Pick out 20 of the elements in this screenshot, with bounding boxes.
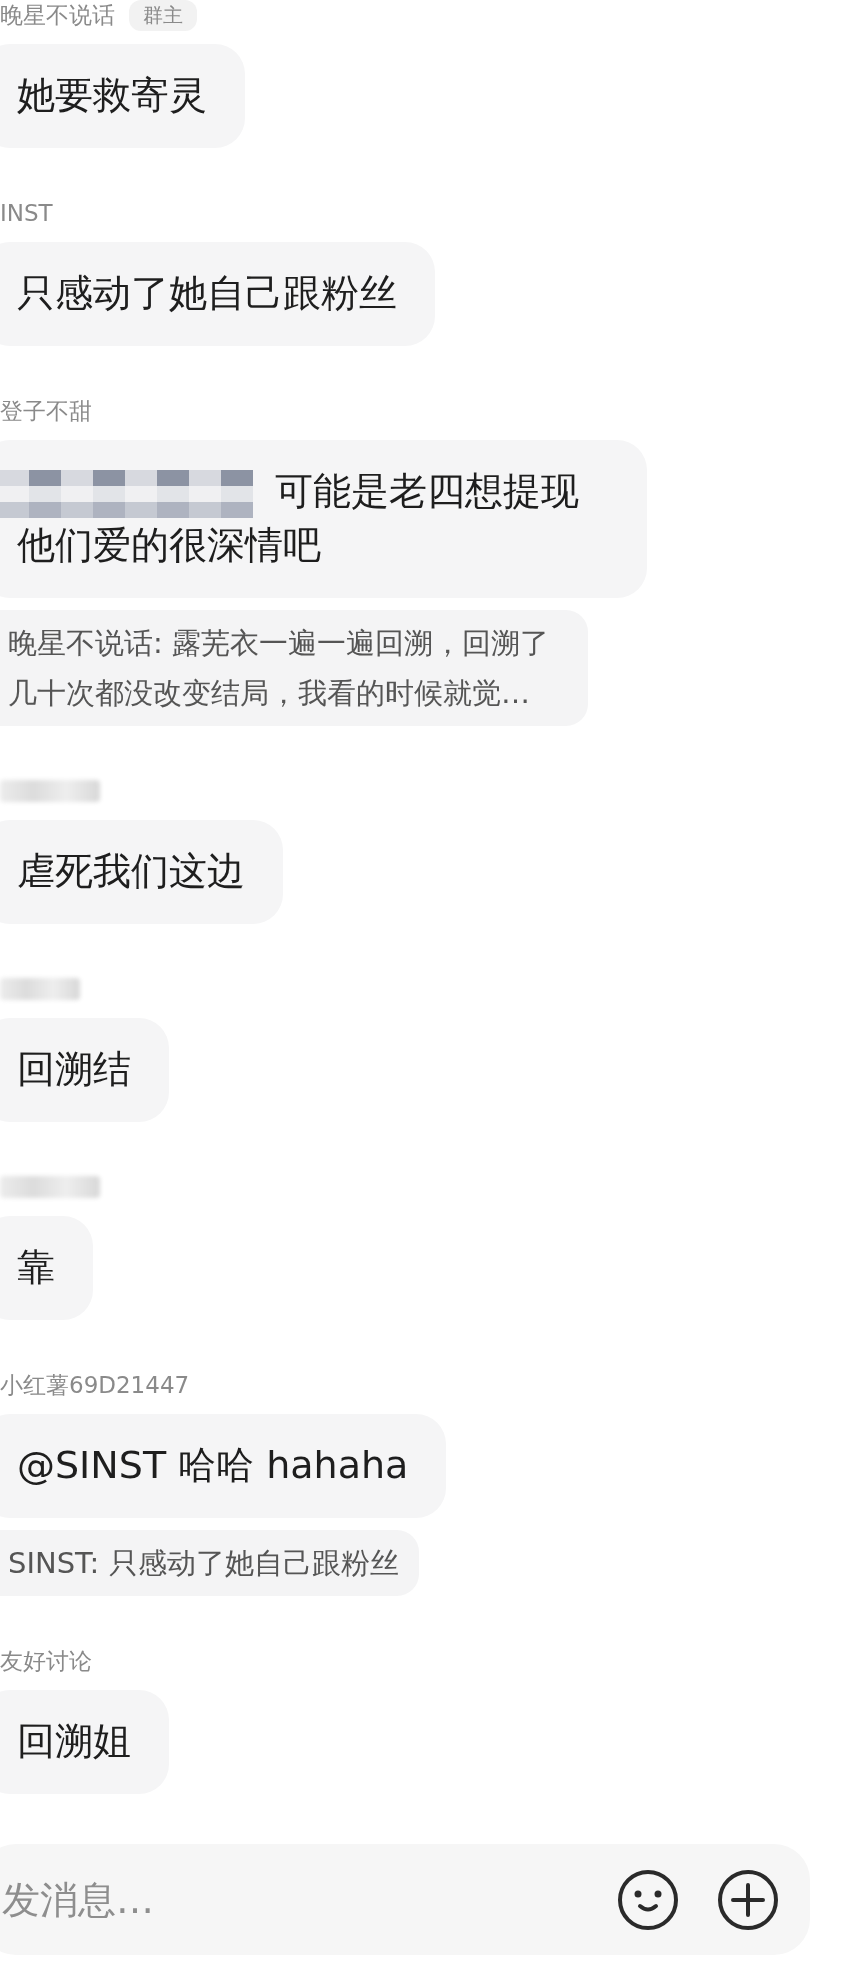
message-bubble: 回溯姐 bbox=[0, 1690, 169, 1794]
sender-name: 晚星不说话 bbox=[0, 0, 115, 30]
emoji-icon[interactable] bbox=[616, 1867, 680, 1932]
quoted-reply: SINST: 只感动了她自己跟粉丝 bbox=[0, 1530, 419, 1596]
message-input[interactable]: 发消息… bbox=[0, 1876, 580, 1923]
message-bubble: 可能是老四想提现他们爱的很深情吧 bbox=[0, 440, 647, 598]
message-bubble: @SINST 哈哈 hahaha bbox=[0, 1414, 447, 1518]
message-bubble: 回溯结 bbox=[0, 1018, 169, 1122]
message-bubble: 虐死我们这边 bbox=[0, 820, 283, 924]
sender-name: 友好讨论 bbox=[0, 1646, 92, 1676]
message-field[interactable]: 发消息… bbox=[0, 1844, 810, 1955]
sender-name: INST bbox=[0, 200, 53, 226]
quoted-reply: 晚星不说话: 露芜衣一遍一遍回溯，回溯了几十次都没改变结局，我看的时候就觉… bbox=[0, 610, 588, 726]
sender-name: 登子不甜 bbox=[0, 396, 92, 426]
message-bubble: 只感动了她自己跟粉丝 bbox=[0, 242, 435, 346]
plus-icon[interactable] bbox=[716, 1867, 780, 1932]
role-badge: 群主 bbox=[129, 0, 197, 31]
sender-name: 小红薯69D21447 bbox=[0, 1370, 190, 1400]
message-bubble: 她要救寄灵 bbox=[0, 44, 245, 148]
message-bubble: 靠 bbox=[0, 1216, 93, 1320]
